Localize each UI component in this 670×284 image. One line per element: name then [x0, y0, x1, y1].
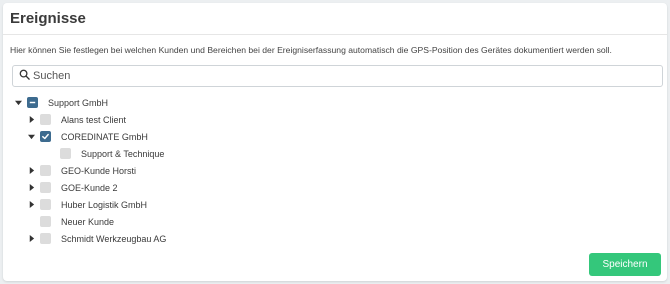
tree-node-label: Huber Logistik GmbH: [61, 199, 148, 210]
description-text: Hier können Sie festlegen bei welchen Ku…: [10, 45, 612, 55]
search-icon: [19, 67, 30, 85]
search-box[interactable]: [12, 65, 663, 87]
tree-node-label: COREDINATE GmbH: [61, 131, 148, 142]
page-title: Ereignisse: [10, 10, 86, 27]
checkbox-schmidt-werkzeugbau[interactable]: [40, 233, 51, 244]
tree-node-label: Neuer Kunde: [61, 216, 115, 227]
checkbox-neuer-kunde[interactable]: [40, 216, 51, 227]
checkbox-geo-kunde-horsti[interactable]: [40, 165, 51, 176]
tree-node-label: GOE-Kunde 2: [61, 182, 118, 193]
tree-node-label: Support & Technique: [81, 148, 165, 159]
tree-node-schmidt-werkzeugbau[interactable]: Schmidt Werkzeugbau AG: [3, 230, 667, 247]
tree-node-label: Schmidt Werkzeugbau AG: [61, 233, 167, 244]
tree-node-coredinate-gmbh[interactable]: COREDINATE GmbH: [3, 128, 667, 145]
checkbox-goe-kunde-2[interactable]: [40, 182, 51, 193]
tree-node-goe-kunde-2[interactable]: GOE-Kunde 2: [3, 179, 667, 196]
tree-node-support-technique[interactable]: Support & Technique: [3, 145, 667, 162]
caret-right-icon[interactable]: [27, 201, 35, 209]
tree-node-huber-logistik[interactable]: Huber Logistik GmbH: [3, 196, 667, 213]
tree-node-label: GEO-Kunde Horsti: [61, 165, 137, 176]
checkbox-coredinate-gmbh[interactable]: [40, 131, 51, 142]
tree-node-alans-test-client[interactable]: Alans test Client: [3, 111, 667, 128]
checkbox-support-gmbh[interactable]: [27, 97, 38, 108]
caret-down-icon[interactable]: [14, 99, 22, 107]
caret-right-icon[interactable]: [27, 116, 35, 124]
tree-node-label: Support GmbH: [48, 97, 109, 108]
tree-node-label: Alans test Client: [61, 114, 127, 125]
title-divider: [3, 34, 667, 35]
tree-node-neuer-kunde[interactable]: Neuer Kunde: [3, 213, 667, 230]
save-button[interactable]: Speichern: [589, 253, 661, 276]
search-input[interactable]: [33, 70, 633, 82]
customer-tree: Support GmbH Alans test Client COREDINAT…: [3, 94, 667, 247]
tree-node-geo-kunde-horsti[interactable]: GEO-Kunde Horsti: [3, 162, 667, 179]
tree-node-support-gmbh[interactable]: Support GmbH: [3, 94, 667, 111]
caret-right-icon[interactable]: [27, 167, 35, 175]
checkbox-alans-test-client[interactable]: [40, 114, 51, 125]
events-settings-card: Ereignisse Hier können Sie festlegen bei…: [3, 3, 667, 281]
checkbox-support-technique[interactable]: [60, 148, 71, 159]
checkbox-huber-logistik[interactable]: [40, 199, 51, 210]
caret-right-icon[interactable]: [27, 184, 35, 192]
caret-right-icon[interactable]: [27, 235, 35, 243]
caret-down-icon[interactable]: [27, 133, 35, 141]
